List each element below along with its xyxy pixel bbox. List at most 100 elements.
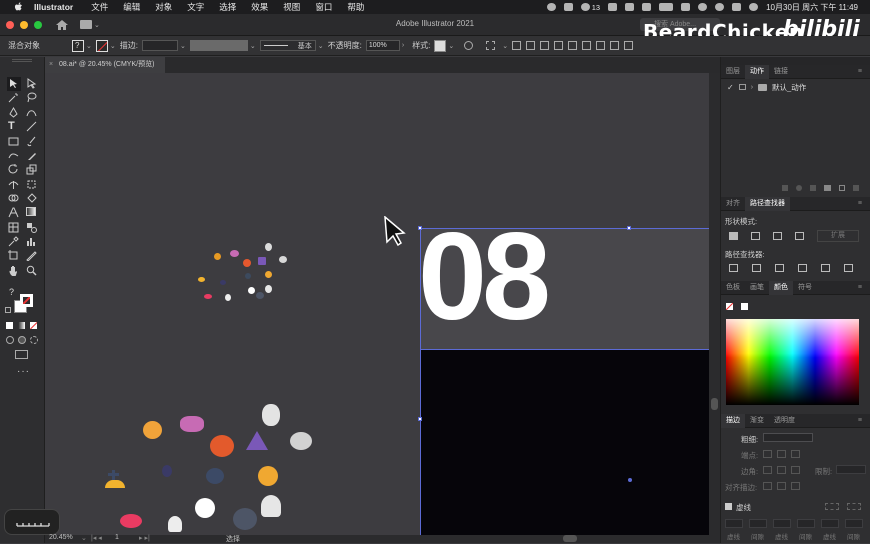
tab-pathfinder[interactable]: 路径查找器 [745,196,790,211]
dash-field-3[interactable] [821,519,839,528]
stroke-swatch[interactable] [95,39,108,52]
zoom-dropdown-icon[interactable]: ⌄ [81,534,87,542]
white-color-swatch[interactable] [741,303,748,310]
first-artboard-icon[interactable]: |◂ ◂ [91,534,102,542]
align-right-icon[interactable] [540,41,550,50]
control-center-icon[interactable] [732,3,742,11]
align-dash-icon[interactable] [847,503,861,510]
chevron-right-icon[interactable]: › [751,84,753,91]
column-graph-tool-icon[interactable] [26,236,37,247]
expand-button[interactable]: 扩展 [817,230,859,242]
tab-swatches[interactable]: 色板 [721,281,745,295]
crop-icon[interactable] [798,264,807,272]
draw-behind-icon[interactable] [18,336,26,344]
shaper-tool-icon[interactable] [8,150,19,161]
line-segment-tool-icon[interactable] [26,121,37,132]
dash-field-1[interactable] [725,519,743,528]
home-icon[interactable] [56,19,68,30]
paintbrush-tool-icon[interactable] [26,136,37,147]
opacity-field[interactable]: 100% [365,40,400,51]
align-left-icon[interactable] [512,41,522,50]
pen-tool-icon[interactable] [8,107,19,118]
merge-icon[interactable] [775,264,784,272]
align-top-icon[interactable] [554,41,564,50]
align-inside-stroke-icon[interactable] [777,482,786,490]
miter-join-icon[interactable] [763,466,772,474]
align-to-icon[interactable] [486,41,496,50]
new-set-icon[interactable] [824,185,831,191]
stroke-swatch-large[interactable] [20,294,33,307]
close-tab-icon[interactable]: × [49,57,53,73]
magic-wand-tool-icon[interactable] [8,92,19,103]
panel-menu-icon[interactable]: ≡ [853,281,867,295]
minimize-window-button[interactable] [20,20,28,29]
tab-symbols[interactable]: 符号 [793,281,817,295]
opacity-expand-icon[interactable]: › [402,42,404,49]
divide-icon[interactable] [729,264,738,272]
style-dropdown-icon[interactable]: ⌄ [448,42,454,50]
curvature-tool-icon[interactable] [26,107,37,118]
artboard-number-text[interactable]: 08 [418,215,551,339]
tab-gradient[interactable]: 渐变 [745,414,769,428]
tab-layers[interactable]: 图层 [721,65,745,79]
unite-icon[interactable] [729,232,738,240]
panel-menu-icon[interactable]: ≡ [853,197,867,211]
siri-icon[interactable] [698,3,708,11]
halloween-blend-small[interactable] [190,241,300,311]
menu-select[interactable]: 选择 [219,1,236,13]
tab-links[interactable]: 链接 [769,65,793,79]
menu-effect[interactable]: 效果 [251,1,268,13]
scrollbar-thumb[interactable] [711,398,718,410]
horizontal-scroll-thumb[interactable] [563,535,577,542]
blend-tool-icon[interactable] [26,222,37,233]
align-vcenter-icon[interactable] [568,41,578,50]
notification-badge[interactable]: 13 [580,3,600,12]
panel-menu-icon[interactable]: ≡ [853,414,867,428]
graphic-style-swatch[interactable] [434,39,447,52]
menu-object[interactable]: 对象 [155,1,172,13]
trim-icon[interactable] [752,264,761,272]
default-colors-icon[interactable] [5,307,11,313]
align-bottom-icon[interactable] [582,41,592,50]
edit-toolbar-icon[interactable]: ··· [17,366,30,377]
selection-handle[interactable] [418,417,422,421]
distribute-top-icon[interactable] [596,41,606,50]
align-center-stroke-icon[interactable] [763,482,772,490]
slice-tool-icon[interactable] [26,250,37,262]
hand-tool-icon[interactable] [8,265,19,278]
selection-handle[interactable] [418,226,422,230]
input-source-icon[interactable] [681,3,691,11]
projecting-cap-icon[interactable] [791,450,800,458]
zoom-tool-icon[interactable] [26,265,37,276]
selection-handle[interactable] [627,226,631,230]
rectangle-tool-icon[interactable] [8,136,19,147]
stop-icon[interactable] [782,185,788,191]
rotate-tool-icon[interactable] [8,164,19,175]
keyboard-icon[interactable] [625,3,635,11]
dash-field-2[interactable] [773,519,791,528]
menu-view[interactable]: 视图 [283,1,300,13]
gradient-tool-icon[interactable] [26,207,37,218]
align-hcenter-icon[interactable] [526,41,536,50]
profile-dropdown-icon[interactable]: ⌄ [250,42,256,50]
tab-actions[interactable]: 动作 [745,64,769,79]
gap-field-2[interactable] [797,519,815,528]
gap-field-1[interactable] [749,519,767,528]
none-color-swatch[interactable] [726,303,733,310]
limit-field[interactable] [836,465,866,474]
draw-normal-icon[interactable] [6,336,14,344]
fill-stroke-swatches[interactable] [14,294,34,314]
eraser-tool-icon[interactable] [26,150,37,161]
menu-help[interactable]: 帮助 [347,1,364,13]
menu-edit[interactable]: 编辑 [123,1,140,13]
record-action-icon[interactable] [796,185,802,191]
workspace-switcher-icon[interactable] [80,20,92,29]
battery-icon[interactable] [659,3,674,11]
free-transform-tool-icon[interactable] [26,179,37,190]
eyedropper-tool-icon[interactable] [8,236,19,247]
bevel-join-icon[interactable] [791,466,800,474]
fill-swatch[interactable]: ? [72,39,84,52]
artboard-bottom[interactable] [420,349,709,535]
lasso-tool-icon[interactable] [26,92,37,103]
play-icon[interactable] [810,185,816,191]
